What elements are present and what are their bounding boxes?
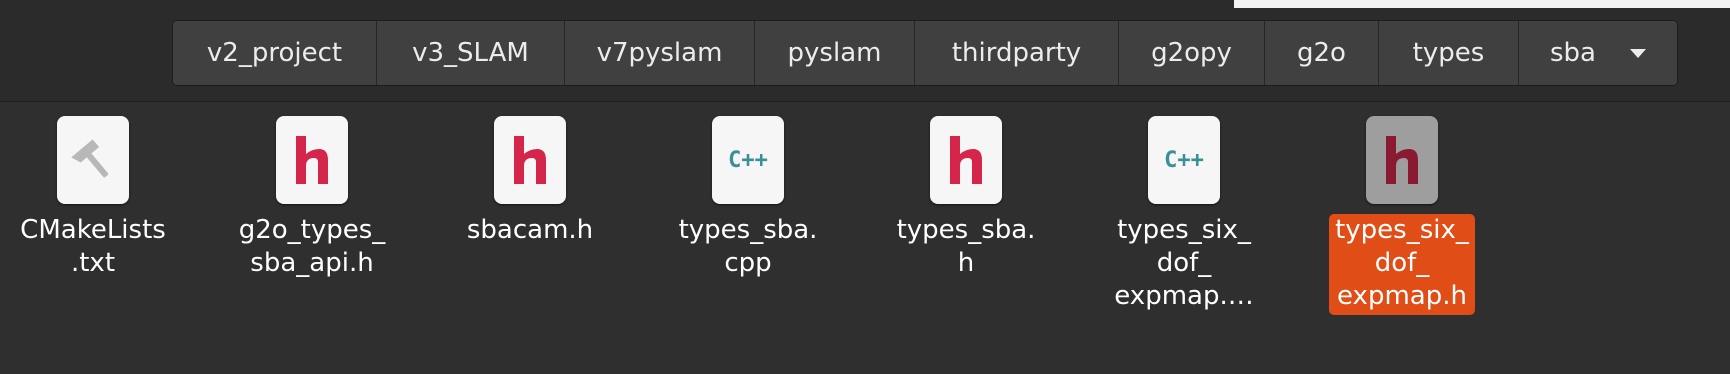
cpp-file-icon: C++ <box>712 116 784 204</box>
breadcrumb-label: sba <box>1550 38 1596 68</box>
header-file-icon <box>276 116 348 204</box>
file-name-line: sba_api.h <box>250 248 374 278</box>
file-name-line: sbacam.h <box>466 215 594 245</box>
file-name: CMakeLists .txt <box>14 214 172 282</box>
file-name-line: CMakeLists <box>20 215 166 245</box>
file-item-types-six-dof-expmap-h[interactable]: types_six_ dof_ expmap.h <box>1317 116 1487 315</box>
breadcrumb-item-v2-project[interactable]: v2_project <box>173 21 377 85</box>
breadcrumb: v2_project v3_SLAM v7pyslam pyslam third… <box>172 20 1678 86</box>
breadcrumb-label: v3_SLAM <box>412 38 529 68</box>
header-file-icon <box>494 116 566 204</box>
breadcrumb-item-thirdparty[interactable]: thirdparty <box>915 21 1119 85</box>
file-name: g2o_types_ sba_api.h <box>233 214 392 282</box>
breadcrumb-label: v2_project <box>206 38 343 68</box>
header-file-icon <box>1366 116 1438 204</box>
file-name: sbacam.h <box>461 214 599 249</box>
file-name-line: dof_ <box>1374 248 1430 278</box>
breadcrumb-item-g2opy[interactable]: g2opy <box>1119 21 1265 85</box>
cpp-file-icon: C++ <box>1148 116 1220 204</box>
toolbar: v2_project v3_SLAM v7pyslam pyslam third… <box>0 0 1730 102</box>
svg-text:C++: C++ <box>728 148 768 173</box>
header-file-icon <box>930 116 1002 204</box>
breadcrumb-label: g2opy <box>1151 38 1232 68</box>
file-name-line: dof_ <box>1156 248 1212 278</box>
breadcrumb-label: g2o <box>1297 38 1346 68</box>
breadcrumb-label: types <box>1412 38 1485 68</box>
file-name-line: cpp <box>724 248 772 278</box>
hammer-icon <box>57 116 129 204</box>
file-name-selected: types_six_ dof_ expmap.h <box>1329 214 1475 315</box>
background-window-edge <box>1234 0 1730 8</box>
file-name-line: g2o_types_ <box>238 215 386 245</box>
file-item-g2o-types-sba-api[interactable]: g2o_types_ sba_api.h <box>227 116 397 282</box>
file-name-line: .txt <box>70 248 116 278</box>
file-item-types-six-dof-expmap-cpp[interactable]: C++ types_six_ dof_ expmap.… <box>1099 116 1269 315</box>
breadcrumb-item-v7pyslam[interactable]: v7pyslam <box>565 21 755 85</box>
file-item-types-sba-h[interactable]: types_sba. h <box>881 116 1051 282</box>
file-grid: CMakeLists .txt g2o_types_ sba_api.h sba… <box>0 102 1730 374</box>
breadcrumb-item-sba[interactable]: sba <box>1519 21 1677 85</box>
file-item-cmakelists[interactable]: CMakeLists .txt <box>8 116 178 282</box>
file-name-line: expmap.… <box>1114 281 1254 311</box>
file-name-line: types_sba. <box>896 215 1036 245</box>
file-name: types_sba. cpp <box>673 214 824 282</box>
file-name: types_sba. h <box>891 214 1042 282</box>
file-item-sbacam[interactable]: sbacam.h <box>445 116 615 249</box>
breadcrumb-label: v7pyslam <box>596 38 723 68</box>
file-name-line: types_sba. <box>678 215 818 245</box>
file-name-line: h <box>957 248 975 278</box>
breadcrumb-item-v3-slam[interactable]: v3_SLAM <box>377 21 565 85</box>
breadcrumb-item-g2o[interactable]: g2o <box>1265 21 1379 85</box>
file-name: types_six_ dof_ expmap.… <box>1108 214 1259 315</box>
breadcrumb-label: thirdparty <box>951 38 1082 68</box>
file-item-types-sba-cpp[interactable]: C++ types_sba. cpp <box>663 116 833 282</box>
breadcrumb-label: pyslam <box>787 38 882 68</box>
svg-text:C++: C++ <box>1164 148 1204 173</box>
breadcrumb-item-pyslam[interactable]: pyslam <box>755 21 915 85</box>
breadcrumb-item-types[interactable]: types <box>1379 21 1519 85</box>
chevron-down-icon[interactable] <box>1629 48 1646 58</box>
file-name-line: expmap.h <box>1337 281 1467 311</box>
file-name-line: types_six_ <box>1117 215 1251 245</box>
file-name-line: types_six_ <box>1335 215 1469 245</box>
